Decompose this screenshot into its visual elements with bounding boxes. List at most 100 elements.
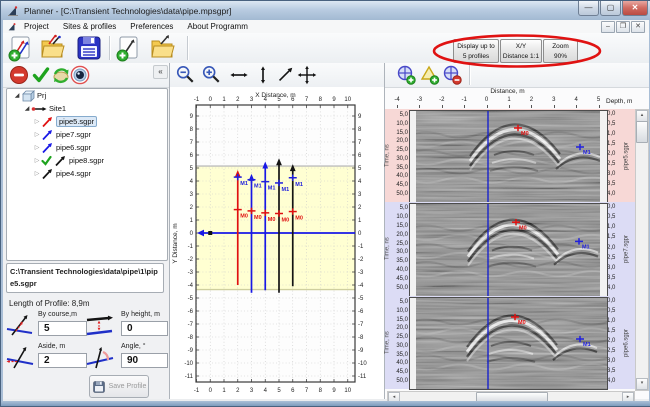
depth-tick-label: 1,0 (607, 131, 616, 137)
add-triangle-icon[interactable] (420, 65, 440, 85)
pan-icon[interactable] (296, 65, 318, 85)
tree-node-profile[interactable]: ▷ pipe8.sgpr (7, 154, 167, 167)
tick-label: 8 (319, 97, 323, 103)
menu-sites-profiles[interactable]: Sites & profiles (56, 22, 123, 31)
angle-input[interactable] (121, 353, 168, 368)
main-toolbar: Display up to 5 profiles X/Y Distance 1:1 … (3, 33, 649, 64)
new-project-icon[interactable] (7, 34, 35, 62)
distance-tick-label: 1 (507, 97, 511, 103)
check-icon (41, 155, 52, 166)
tree-label: Site1 (49, 104, 67, 113)
tick-label: 9 (332, 388, 336, 394)
time-ticks: 5,0 10,0 15,0 20,0 25,0 30,0 35,0 40,0 45,0 50,0 (391, 202, 408, 296)
tree-node-profile[interactable]: ▷ pipe5.sgpr (7, 115, 167, 128)
expander-icon[interactable]: ◢ (23, 105, 31, 112)
eye-view-icon[interactable] (70, 65, 90, 85)
open-project-icon[interactable] (39, 34, 67, 62)
maximize-button[interactable]: ▢ (600, 1, 621, 16)
time-tick-label: 10,0 (396, 213, 408, 220)
add-marker-icon[interactable] (396, 65, 416, 85)
tree-node-site[interactable]: ◢ Site1 (7, 102, 167, 115)
project-box-icon (22, 90, 35, 102)
depth-tick-label: 2,5 (607, 254, 616, 261)
time-tick-label: 50,0 (396, 285, 408, 291)
aside-input[interactable] (38, 353, 87, 368)
plan-view-panel: -1 -1 0 0 1 1 2 2 3 3 4 4 5 5 6 6 7 7 8 8 9 9 10 10 9 9 8 8 7 7 6 6 5 5 4 4… (169, 63, 385, 399)
apply-check-icon[interactable] (31, 65, 51, 85)
by-height-input[interactable] (121, 321, 168, 336)
aside-icon (6, 347, 34, 369)
minimize-button[interactable]: — (578, 1, 599, 16)
expander-icon[interactable]: ▷ (33, 144, 41, 151)
scrollbar-thumb[interactable] (636, 121, 648, 143)
tick-label: -5 (188, 296, 194, 302)
by-height-label: By height, m (121, 311, 160, 318)
tick-label: M0 (519, 225, 527, 231)
plan-view-chart[interactable]: -1-10011223344556677889910109 98 87 76 65 54 4… (170, 87, 384, 399)
profile-path-box[interactable]: C:\Transient Technologies\data\pipe\1\pi… (6, 263, 164, 293)
radargram-image[interactable]: M0 M1 (409, 203, 608, 297)
vertical-scrollbar[interactable]: ▴ ▾ (635, 109, 649, 391)
tick-label: 7 (305, 388, 309, 394)
mdi-restore-button[interactable]: ❐ (616, 21, 630, 33)
expander-icon[interactable]: ▷ (33, 118, 41, 125)
time-tick-label: 15,0 (396, 222, 408, 229)
tick-label: -10 (184, 361, 193, 367)
expander-icon[interactable]: ◢ (13, 92, 21, 99)
tick-label: -11 (358, 374, 367, 380)
save-project-icon[interactable] (75, 34, 103, 62)
collapse-panel-button[interactable]: « (153, 65, 168, 79)
tree-node-profile[interactable]: ▷ pipe4.sgpr (7, 167, 167, 180)
save-profile-button[interactable]: Save Profile (89, 375, 149, 398)
stretch-vertical-icon[interactable] (252, 65, 274, 85)
remove-icon[interactable] (9, 65, 29, 85)
time-tick-label: 40,0 (396, 173, 408, 180)
depth-tick-label: 4,0 (607, 285, 616, 291)
tree-node-profile[interactable]: ▷ pipe7.sgpr (7, 128, 167, 141)
by-height-icon (86, 315, 113, 336)
stretch-diagonal-icon[interactable] (274, 65, 296, 85)
depth-tick-label: 0,0 (607, 204, 616, 210)
new-profile-icon[interactable] (115, 34, 143, 62)
zoom-out-icon[interactable] (174, 65, 196, 85)
title-bar[interactable]: Planner - [C:\Transient Technologies\dat… (1, 1, 650, 20)
depth-tick-label: 1,0 (607, 224, 616, 231)
distance-tick-mark (553, 105, 555, 108)
tree-node-profile[interactable]: ▷ pipe6.sgpr (7, 141, 167, 154)
tree-node-project[interactable]: ◢ Prj (7, 89, 167, 102)
xy-distance-button[interactable]: X/Y Distance 1:1 (500, 39, 542, 63)
mdi-close-button[interactable]: ✕ (631, 21, 645, 33)
display-profiles-button[interactable]: Display up to 5 profiles (453, 39, 499, 63)
menu-about[interactable]: About Programm (180, 22, 254, 31)
expander-icon[interactable]: ▷ (33, 131, 41, 138)
by-course-input[interactable] (38, 321, 87, 336)
toolbar-separator (109, 36, 110, 60)
zoom-in-icon[interactable] (200, 65, 222, 85)
menu-project[interactable]: Project (17, 22, 56, 31)
distance-axis-label: Distance, m (490, 88, 525, 95)
time-tick-label: 35,0 (396, 164, 408, 171)
zoom-level-button[interactable]: Zoom 90% (543, 39, 578, 63)
time-tick-label: 15,0 (396, 316, 408, 323)
time-tick-label: 20,0 (396, 325, 408, 332)
scroll-down-arrow[interactable]: ▾ (636, 378, 648, 390)
tick-label: M1 (254, 184, 262, 190)
menu-preferences[interactable]: Preferences (123, 22, 180, 31)
refresh-icon[interactable] (51, 65, 71, 85)
remove-marker-icon[interactable] (442, 65, 462, 85)
distance-tick-label: 2 (529, 97, 534, 103)
stretch-horizontal-icon[interactable] (228, 65, 250, 85)
open-profile-icon[interactable] (149, 34, 177, 62)
distance-tick-label: 3 (552, 97, 556, 103)
mdi-minimize-button[interactable]: – (601, 21, 615, 33)
tick-label: -2 (358, 257, 364, 263)
time-tick-label: 10,0 (396, 120, 408, 127)
x-axis-title: X Distance, m (255, 92, 295, 99)
radargram-image[interactable]: M0 M1 (409, 110, 608, 203)
close-button[interactable]: ✕ (622, 1, 648, 16)
expander-icon[interactable]: ▷ (33, 170, 41, 177)
distance-tick-label: -1 (461, 97, 467, 103)
distance-tick-mark (441, 105, 443, 108)
expander-icon[interactable]: ▷ (33, 157, 41, 164)
radargram-image[interactable]: M0 M1 (409, 297, 608, 390)
